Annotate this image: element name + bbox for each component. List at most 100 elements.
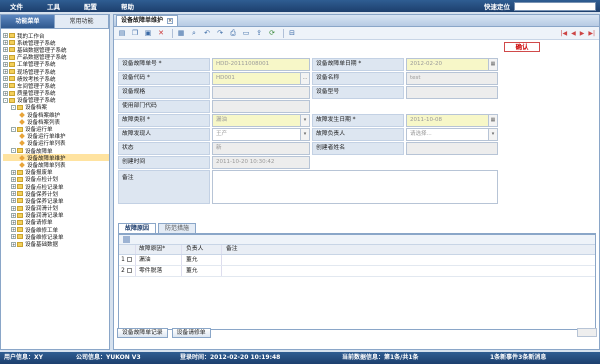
- delete-icon[interactable]: ✕: [156, 29, 166, 38]
- sidebar-item[interactable]: 设备运行单列表: [3, 140, 109, 147]
- tab-common-functions[interactable]: 常用功能: [55, 15, 109, 28]
- collapse-icon[interactable]: -: [3, 97, 8, 103]
- expand-icon[interactable]: +: [3, 47, 8, 53]
- first-record-icon[interactable]: |◀: [560, 30, 567, 37]
- expand-icon[interactable]: +: [11, 184, 16, 190]
- lookup-icon[interactable]: …: [300, 73, 309, 84]
- new-icon[interactable]: ▤: [117, 29, 127, 38]
- equip-code-field[interactable]: HD001…: [212, 72, 310, 85]
- tab-fault-maintenance[interactable]: 设备故障单维护 ×: [116, 15, 179, 26]
- expand-icon[interactable]: +: [11, 219, 16, 225]
- quick-locate-input[interactable]: [514, 1, 596, 11]
- export-icon[interactable]: ⇪: [254, 29, 264, 38]
- status-user: 用户信息：XY: [4, 354, 43, 361]
- creator-field: [406, 142, 498, 155]
- collapse-icon[interactable]: -: [11, 148, 16, 154]
- last-record-icon[interactable]: ▶|: [588, 30, 595, 37]
- remark-textarea[interactable]: [212, 170, 498, 204]
- calendar-icon[interactable]: ▦: [488, 59, 497, 70]
- cell-reason[interactable]: 漏油: [135, 255, 181, 265]
- menu-tools[interactable]: 工具: [37, 1, 74, 11]
- next-record-icon[interactable]: ▶: [580, 30, 585, 37]
- confirm-button[interactable]: 确认: [504, 42, 540, 52]
- fault-record-button[interactable]: 设备故障单记录: [117, 328, 168, 338]
- close-window-icon[interactable]: ⊟: [287, 29, 297, 38]
- sidebar-tabs: 功能菜单 常用功能: [1, 15, 109, 29]
- expand-icon[interactable]: +: [3, 83, 8, 89]
- folder-icon: [9, 90, 15, 96]
- expand-icon[interactable]: +: [11, 227, 16, 233]
- sidebar-item[interactable]: - 设备管理子系统: [3, 97, 109, 104]
- expand-icon[interactable]: +: [11, 176, 16, 182]
- sidebar-item[interactable]: 设备档案列表: [3, 118, 109, 126]
- corner-control[interactable]: [577, 328, 597, 337]
- expand-icon[interactable]: +: [3, 90, 8, 96]
- chevron-down-icon[interactable]: ▾: [300, 129, 309, 140]
- expand-icon[interactable]: +: [11, 212, 16, 218]
- cell-reason[interactable]: 零件脱落: [135, 266, 181, 276]
- prev-record-icon[interactable]: ◀: [571, 30, 576, 37]
- fault-type-select[interactable]: 漏油 ▾: [212, 114, 310, 127]
- preview-icon[interactable]: ▭: [241, 29, 251, 38]
- column-header-remark[interactable]: 备注: [221, 245, 267, 254]
- expand-icon[interactable]: +: [3, 40, 8, 46]
- folder-icon: [17, 234, 23, 240]
- sidebar-item[interactable]: + 设备基础数据: [3, 240, 109, 248]
- cell-owner[interactable]: 董允: [181, 266, 221, 276]
- cell-remark[interactable]: [221, 255, 267, 265]
- owner-select[interactable]: 请选择... ▾: [406, 128, 498, 141]
- occur-date-field[interactable]: 2011-10-08 ▦: [406, 114, 498, 127]
- refresh-icon[interactable]: ⟳: [267, 29, 277, 38]
- expand-icon[interactable]: +: [11, 205, 16, 211]
- column-header-reason[interactable]: 故障原因*: [135, 245, 181, 254]
- tab-prevention[interactable]: 防范措施: [158, 223, 197, 233]
- save-icon[interactable]: ▦: [176, 29, 186, 38]
- expand-icon[interactable]: +: [11, 241, 16, 247]
- menu-help[interactable]: 帮助: [111, 1, 148, 11]
- repair-request-button[interactable]: 设备请修单: [171, 328, 211, 338]
- collapse-icon[interactable]: -: [11, 104, 16, 110]
- equip-name-field: test: [406, 72, 498, 85]
- finder-select[interactable]: 王产 ▾: [212, 128, 310, 141]
- expand-icon[interactable]: +: [3, 76, 8, 82]
- expand-icon[interactable]: +: [3, 54, 8, 60]
- table-row[interactable]: 2 零件脱落 董允: [119, 266, 595, 277]
- expand-icon[interactable]: +: [3, 33, 8, 39]
- column-header-owner[interactable]: 负责人: [181, 245, 221, 254]
- fault-date-field[interactable]: 2012-02-20 ▦: [406, 58, 498, 71]
- form-row: 状态 新 创建者姓名: [118, 142, 498, 155]
- expand-icon[interactable]: +: [11, 198, 16, 204]
- chevron-down-icon[interactable]: ▾: [488, 129, 497, 140]
- row-checkbox[interactable]: [127, 266, 135, 276]
- equip-code-label: 设备代码 *: [118, 72, 210, 85]
- calendar-icon[interactable]: ▦: [488, 115, 497, 126]
- close-icon[interactable]: ×: [167, 18, 174, 24]
- copy-icon[interactable]: ❐: [130, 29, 140, 38]
- print-icon[interactable]: ⎙: [228, 29, 238, 38]
- cell-remark[interactable]: [221, 266, 267, 276]
- equip-name-label: 设备名称: [312, 72, 404, 85]
- add-row-icon[interactable]: [123, 236, 130, 243]
- sidebar-item[interactable]: 设备故障单列表: [3, 161, 109, 169]
- undo-icon[interactable]: ↶: [202, 29, 212, 38]
- tab-fault-reason[interactable]: 故障原因: [118, 223, 157, 233]
- select-all-header[interactable]: [127, 245, 135, 254]
- expand-icon[interactable]: +: [11, 169, 16, 175]
- collapse-icon[interactable]: -: [11, 126, 16, 132]
- fault-no-field[interactable]: HDD-20111008001: [212, 58, 310, 71]
- row-checkbox[interactable]: [127, 255, 135, 265]
- tab-function-menu[interactable]: 功能菜单: [1, 15, 55, 28]
- chevron-down-icon[interactable]: ▾: [300, 115, 309, 126]
- cell-owner[interactable]: 董允: [181, 255, 221, 265]
- sidebar-item[interactable]: + 设备润滑记录单: [3, 212, 109, 219]
- expand-icon[interactable]: +: [3, 61, 8, 67]
- open-icon[interactable]: ▣: [143, 29, 153, 38]
- redo-icon[interactable]: ↷: [215, 29, 225, 38]
- expand-icon[interactable]: +: [11, 234, 16, 240]
- table-row[interactable]: 1 漏油 董允: [119, 255, 595, 266]
- menu-file[interactable]: 文件: [0, 1, 37, 11]
- menu-config[interactable]: 配置: [74, 1, 111, 11]
- expand-icon[interactable]: +: [11, 191, 16, 197]
- expand-icon[interactable]: +: [3, 69, 8, 75]
- find-icon[interactable]: ⌕: [189, 29, 199, 38]
